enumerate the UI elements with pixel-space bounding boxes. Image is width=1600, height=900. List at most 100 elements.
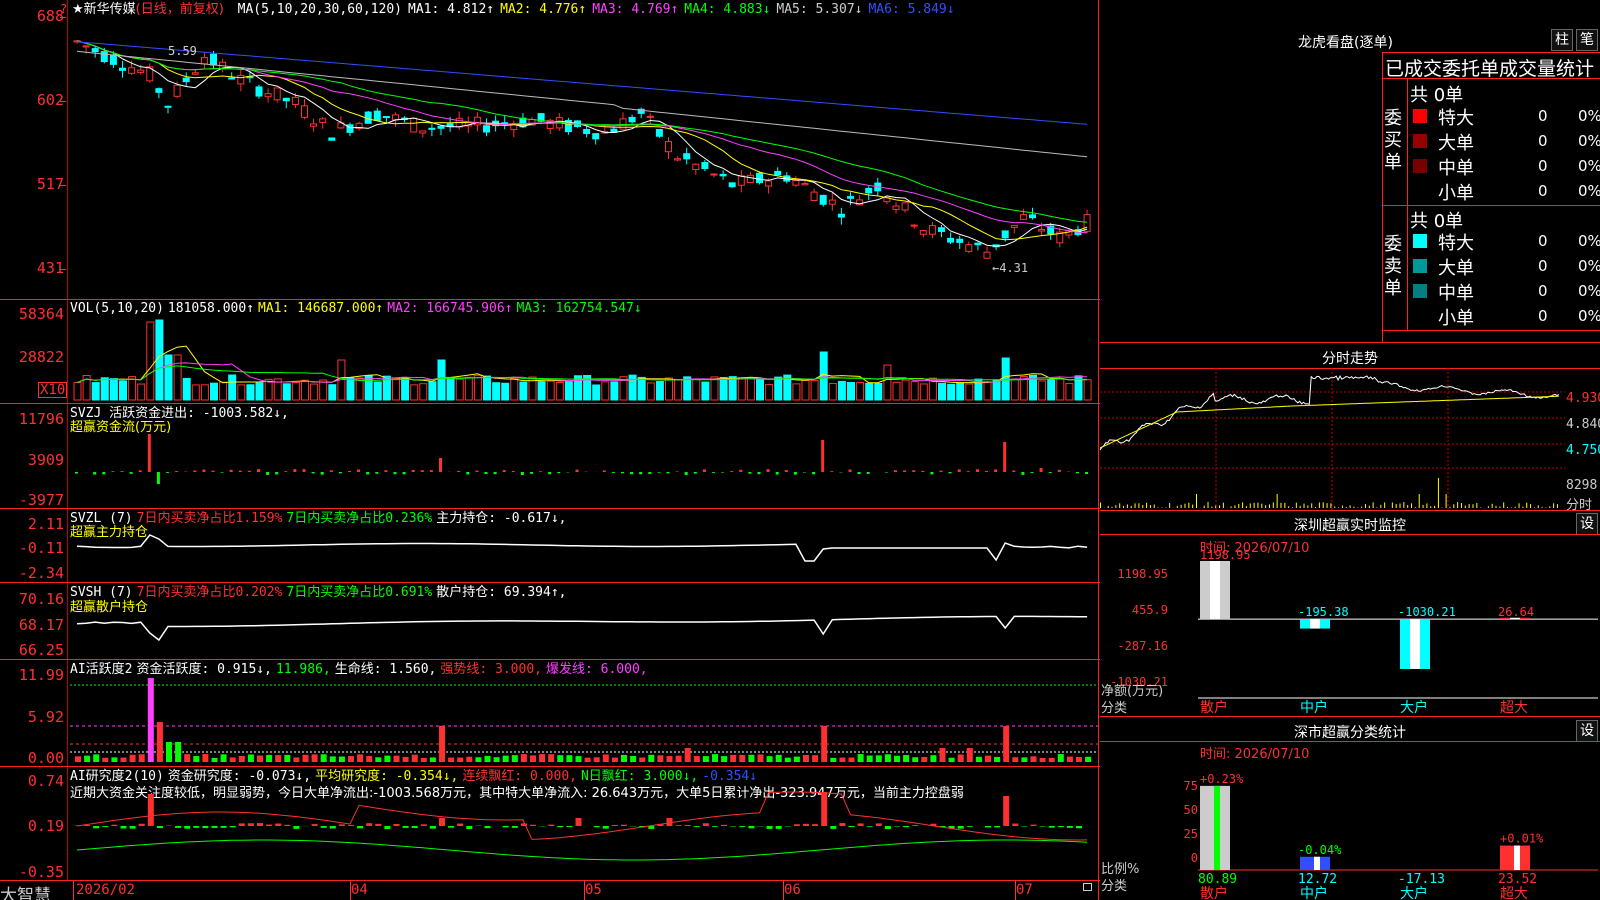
question-icon[interactable]: ? xyxy=(60,2,67,16)
order-count: 0 xyxy=(1538,282,1548,300)
research-bar xyxy=(1030,824,1037,826)
research-bar xyxy=(1066,826,1073,828)
intraday-vol-bar xyxy=(1476,502,1478,508)
volume-bar xyxy=(546,380,555,401)
intraday-vol-bar xyxy=(1364,504,1366,508)
research-bar xyxy=(903,826,910,828)
activity-bar xyxy=(1003,726,1010,762)
research-bar xyxy=(120,826,127,829)
activity-bar xyxy=(1048,757,1055,762)
activity-bar xyxy=(630,756,637,762)
sell-orders-label: 委卖单 xyxy=(1384,234,1402,299)
volume-bar xyxy=(1083,379,1092,401)
ma-legend: ★新华传媒(日线，前复权) MA(5,10,20,30,60,120) MA1: … xyxy=(72,2,955,17)
volume-bar xyxy=(164,354,173,401)
sz-class-title: 深市超赢分类统计 xyxy=(1294,725,1406,741)
intraday-vol-bar xyxy=(1265,505,1267,508)
research-bar xyxy=(311,824,318,826)
intraday-vol-bar xyxy=(1403,502,1405,508)
ma-value: MA5: 5.307↓ xyxy=(776,2,863,17)
flow-bar xyxy=(275,472,279,475)
activity-bar xyxy=(484,755,491,762)
activity-bar xyxy=(411,754,418,762)
intraday-vol-bar xyxy=(1349,505,1351,508)
intraday-vol-bar xyxy=(1503,502,1505,508)
main-position-chart xyxy=(76,534,1088,562)
intraday-vol-bar xyxy=(1115,505,1117,508)
flow-bar xyxy=(311,472,315,474)
candle xyxy=(892,205,900,210)
legend-item: SVZL (7) xyxy=(70,511,133,526)
research-bar xyxy=(593,826,600,828)
class-axis-label: 75 xyxy=(1183,779,1198,793)
svzj-legend: SVZJ 活跃资金进出: -1003.582↓, xyxy=(70,406,293,421)
volume-bar xyxy=(419,383,428,401)
flow-bar xyxy=(511,470,515,472)
order-percent: 0% xyxy=(1578,257,1600,275)
order-count: 0 xyxy=(1538,232,1548,250)
intraday-vol-bar xyxy=(1100,502,1101,508)
research-bar xyxy=(985,826,991,828)
intraday-vol-bar xyxy=(1545,507,1547,508)
activity-bar xyxy=(429,757,436,762)
activity-bar xyxy=(784,757,791,762)
volume-bar xyxy=(956,382,965,401)
tick-view-button[interactable]: 笔 xyxy=(1576,29,1598,51)
intraday-vol-bar xyxy=(1280,502,1282,508)
activity-bar xyxy=(939,748,946,762)
volume-bar xyxy=(865,382,874,401)
candle xyxy=(1001,230,1009,239)
intraday-chart[interactable] xyxy=(1099,368,1565,510)
activity-bar xyxy=(621,754,627,762)
intraday-vol-bar xyxy=(1119,503,1121,508)
intraday-vol-bar xyxy=(1253,502,1255,508)
candle xyxy=(728,182,736,188)
flow-bar xyxy=(693,472,697,474)
flow-bar xyxy=(439,458,442,472)
settings-button[interactable]: 设 xyxy=(1576,513,1598,535)
activity-bar xyxy=(839,757,846,762)
candle xyxy=(756,172,763,184)
lock-icon[interactable] xyxy=(1083,883,1092,891)
candle xyxy=(701,162,709,170)
settings-button[interactable]: 设 xyxy=(1576,720,1598,742)
activity-bar xyxy=(111,757,118,762)
activity-bar xyxy=(247,754,254,762)
order-count: 0 xyxy=(1538,307,1548,325)
category-label: 超大 xyxy=(1500,700,1528,716)
candle xyxy=(819,194,827,205)
research-bar xyxy=(348,825,354,826)
sz-class-chart: +0.23%80.89-0.04%12.72 -17.13+0.01%23.52 xyxy=(1198,772,1598,887)
intraday-vol-bar xyxy=(1234,505,1236,508)
stock-title: ★新华传媒 xyxy=(72,2,136,17)
flow-bar xyxy=(193,470,197,472)
volume-bar xyxy=(237,384,246,401)
flow-bar xyxy=(684,472,688,475)
bar-view-button[interactable]: 柱 xyxy=(1551,29,1573,51)
research-bar xyxy=(411,826,418,828)
flow-bar xyxy=(175,471,179,472)
ma5-line xyxy=(76,40,1088,247)
candle xyxy=(128,67,136,74)
intraday-vol-bar xyxy=(1376,507,1378,508)
sz-class-time: 时间: 2026/07/10 xyxy=(1200,747,1310,762)
activity-bar xyxy=(803,755,809,762)
intraday-vol-bar xyxy=(1499,506,1501,508)
category-label: 超大 xyxy=(1500,886,1528,900)
candlestick-chart[interactable] xyxy=(70,18,1098,280)
volume-bar xyxy=(774,376,783,401)
panel-divider xyxy=(0,508,1100,509)
volume-bar xyxy=(200,384,209,401)
price-axis-label: 517 xyxy=(36,175,64,193)
flow-bar xyxy=(429,470,433,472)
candle xyxy=(282,97,290,102)
intraday-vol-bar xyxy=(1380,504,1382,508)
volume-bar xyxy=(856,382,865,401)
intraday-vol-bar xyxy=(1384,502,1386,508)
research-bar xyxy=(875,823,882,826)
flow-bar xyxy=(166,472,169,473)
category-label: 大户 xyxy=(1400,700,1428,716)
activity-bar xyxy=(257,755,263,762)
svsh-axis-label: 70.16 xyxy=(18,590,64,608)
candle xyxy=(319,118,327,123)
